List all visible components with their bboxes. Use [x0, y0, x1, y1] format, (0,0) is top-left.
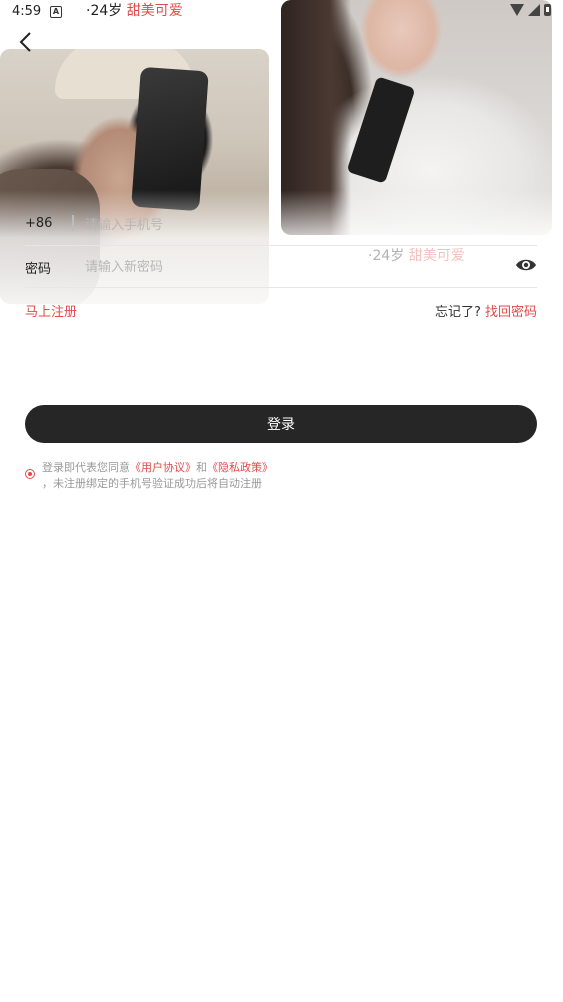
- password-row: 密码: [25, 245, 537, 288]
- phone-input[interactable]: [83, 213, 467, 237]
- profile-caption: ·24岁 甜美可爱: [86, 0, 183, 20]
- eye-icon[interactable]: [515, 257, 537, 273]
- password-label: 密码: [25, 262, 52, 277]
- agreement-text: 登录即代表您同意《用户协议》和《隐私政策》 ，未注册绑定的手机号验证成功后将自动…: [42, 460, 273, 492]
- password-input[interactable]: [83, 255, 467, 279]
- country-code[interactable]: +86: [25, 216, 52, 231]
- status-bar: 4:59 A: [0, 0, 563, 24]
- battery-icon: [544, 4, 551, 16]
- status-icons: [510, 4, 551, 16]
- status-time: 4:59: [12, 4, 42, 19]
- wifi-icon: [510, 4, 524, 16]
- user-agreement-link[interactable]: 《用户协议》: [130, 461, 196, 474]
- agreement-and: 和: [196, 461, 207, 474]
- forgot-password: 忘记了? 找回密码: [435, 301, 537, 320]
- back-arrow-icon[interactable]: [16, 30, 38, 54]
- register-link[interactable]: 马上注册: [25, 301, 77, 320]
- profile-tag: 甜美可爱: [126, 3, 183, 19]
- notification-a-icon: A: [50, 6, 62, 18]
- privacy-policy-link[interactable]: 《隐私政策》: [207, 461, 273, 474]
- divider: [72, 215, 74, 231]
- phone-row: +86: [25, 203, 537, 246]
- signal-icon: [528, 4, 540, 16]
- profile-age: ·24岁: [86, 3, 123, 19]
- agreement-line2: ，未注册绑定的手机号验证成功后将自动注册: [42, 477, 262, 490]
- recover-password-link[interactable]: 找回密码: [485, 305, 537, 320]
- forgot-label: 忘记了?: [434, 305, 481, 320]
- photo-detail: [346, 76, 416, 184]
- auth-links: 马上注册 忘记了? 找回密码: [25, 301, 537, 320]
- agreement-prefix: 登录即代表您同意: [42, 461, 130, 474]
- login-button[interactable]: 登录: [25, 405, 537, 443]
- agreement-checkbox[interactable]: [25, 469, 35, 479]
